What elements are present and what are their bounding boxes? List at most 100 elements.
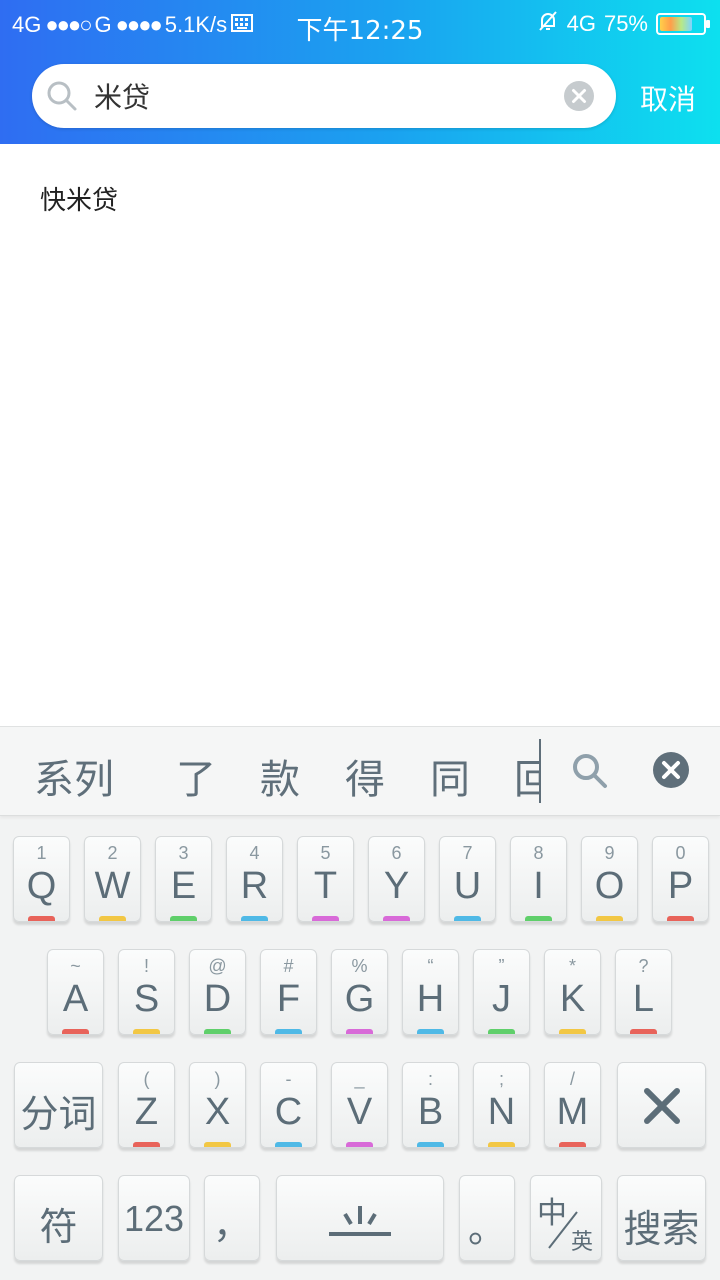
- segment-key[interactable]: 分词: [14, 1062, 103, 1148]
- key-color-bar: [596, 916, 623, 921]
- search-input[interactable]: [94, 64, 574, 128]
- key-t[interactable]: 5T: [297, 836, 354, 922]
- key-o[interactable]: 9O: [581, 836, 638, 922]
- key-sub-label: *: [568, 956, 576, 976]
- key-label: H: [416, 978, 445, 1020]
- key-color-bar: [417, 1142, 444, 1147]
- key-d[interactable]: @ D: [189, 949, 246, 1035]
- key-b[interactable]: :B: [402, 1062, 459, 1148]
- candidate-item[interactable]: 款: [260, 747, 300, 805]
- key-color-bar: [204, 1142, 231, 1147]
- key-label: X: [204, 1091, 231, 1133]
- key-p[interactable]: 0P: [652, 836, 709, 922]
- key-color-bar: [346, 1029, 373, 1034]
- key-g[interactable]: % G: [331, 949, 388, 1035]
- key-label: R: [240, 865, 269, 907]
- key-sub-label: 1: [36, 843, 47, 863]
- key-color-bar: [275, 1142, 302, 1147]
- key-a[interactable]: ~ A: [47, 949, 104, 1035]
- key-sub-label: ?: [638, 956, 649, 976]
- key-c[interactable]: -C: [260, 1062, 317, 1148]
- key-color-bar: [346, 1142, 373, 1147]
- key-sub-label: 9: [604, 843, 615, 863]
- backspace-key[interactable]: [617, 1062, 706, 1148]
- period-key[interactable]: 。: [459, 1175, 515, 1261]
- key-color-bar: [99, 916, 126, 921]
- battery-icon: [656, 13, 710, 35]
- key-sub-label: @: [208, 956, 227, 976]
- key-label: 搜索: [623, 1209, 700, 1251]
- key-w[interactable]: 2W: [84, 836, 141, 922]
- cancel-button[interactable]: 取消: [640, 78, 696, 118]
- key-h[interactable]: “H: [402, 949, 459, 1035]
- key-x[interactable]: ) X: [189, 1062, 246, 1148]
- key-m[interactable]: / M: [544, 1062, 601, 1148]
- key-r[interactable]: 4R: [226, 836, 283, 922]
- key-color-bar: [417, 1029, 444, 1034]
- symbol-key[interactable]: 符: [14, 1175, 103, 1261]
- status-bar: 4G ●●●○ G ●●●● 5.1K/s 下午12:25 4G 75%: [0, 0, 720, 52]
- candidate-item[interactable]: 得: [345, 747, 385, 805]
- key-f[interactable]: # F: [260, 949, 317, 1035]
- key-sub-label: “: [427, 956, 434, 976]
- key-i[interactable]: 8I: [510, 836, 567, 922]
- key-v[interactable]: _ V: [331, 1062, 388, 1148]
- key-j[interactable]: ” J: [473, 949, 530, 1035]
- candidate-divider: [539, 739, 541, 803]
- key-q[interactable]: 1Q: [13, 836, 70, 922]
- key-color-bar: [28, 916, 55, 921]
- keyboard-search-icon[interactable]: [570, 751, 610, 791]
- key-label: 123: [123, 1198, 185, 1239]
- lang-secondary-label: 英: [571, 1230, 594, 1255]
- key-label: P: [667, 865, 694, 907]
- space-icon: [329, 1206, 391, 1236]
- key-label: S: [133, 978, 160, 1020]
- key-label: U: [453, 865, 482, 907]
- key-sub-label: _: [354, 1069, 365, 1089]
- candidate-item[interactable]: 了: [176, 747, 216, 805]
- candidate-item[interactable]: 系列: [34, 747, 114, 805]
- space-key[interactable]: [276, 1175, 444, 1261]
- key-label: D: [203, 978, 232, 1020]
- key-color-bar: [559, 1142, 586, 1147]
- key-n[interactable]: ; N: [473, 1062, 530, 1148]
- keyboard-close-icon[interactable]: [652, 751, 690, 789]
- key-sub-label: #: [283, 956, 294, 976]
- battery-percent: 75%: [603, 11, 648, 36]
- key-label: L: [632, 978, 655, 1020]
- key-y[interactable]: 6Y: [368, 836, 425, 922]
- key-s[interactable]: ! S: [118, 949, 175, 1035]
- key-label: O: [594, 865, 625, 907]
- clear-icon[interactable]: [564, 81, 594, 111]
- search-icon: [47, 81, 77, 111]
- key-u[interactable]: 7U: [439, 836, 496, 922]
- search-result-item[interactable]: 快米贷: [40, 180, 118, 217]
- key-label: W: [94, 865, 131, 907]
- language-switch-key[interactable]: 中 英: [530, 1175, 602, 1261]
- search-box[interactable]: [32, 64, 616, 128]
- search-key[interactable]: 搜索: [617, 1175, 706, 1261]
- key-l[interactable]: ? L: [615, 949, 672, 1035]
- keyboard: 系列 了 款 得 同 回 1Q 2W 3E 4R 5T 6Y 7U 8I 9O …: [0, 726, 720, 1280]
- candidate-item[interactable]: 同: [430, 747, 470, 805]
- battery-fill: [660, 17, 692, 31]
- comma-key[interactable]: ，: [204, 1175, 260, 1261]
- key-label: A: [62, 978, 89, 1020]
- key-label: 符: [39, 1207, 78, 1249]
- key-sub-label: 5: [320, 843, 331, 863]
- key-label: Z: [134, 1091, 159, 1133]
- key-color-bar: [667, 916, 694, 921]
- key-label: V: [346, 1091, 373, 1133]
- key-label: T: [313, 865, 338, 907]
- key-e[interactable]: 3E: [155, 836, 212, 922]
- key-z[interactable]: (Z: [118, 1062, 175, 1148]
- numbers-key[interactable]: 123: [118, 1175, 190, 1261]
- key-color-bar: [133, 1029, 160, 1034]
- key-color-bar: [170, 916, 197, 921]
- key-k[interactable]: * K: [544, 949, 601, 1035]
- key-sub-label: 8: [533, 843, 544, 863]
- key-sub-label: ;: [498, 1069, 504, 1089]
- mute-bell-icon: [537, 10, 559, 38]
- key-color-bar: [630, 1029, 657, 1034]
- candidate-item[interactable]: 回: [514, 747, 540, 805]
